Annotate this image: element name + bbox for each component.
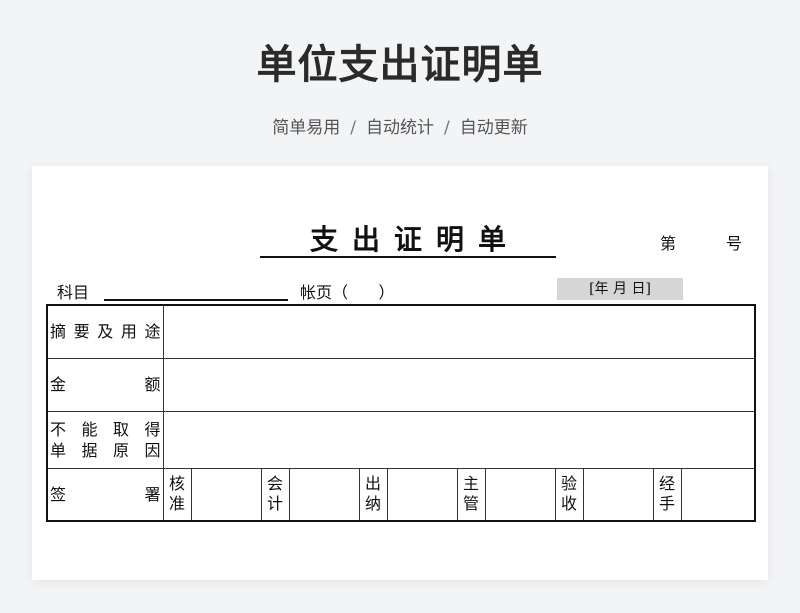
ledger-page-label: 帐页（ ） — [300, 283, 395, 302]
voucher-table: 摘要及用途 金 额 不能取得 单据原因 签 署 核准 会计 出纳 主 管 验 收… — [46, 304, 756, 522]
sig-char: 纳 — [364, 494, 381, 514]
tagline-item: 自动更新 — [459, 118, 528, 138]
sig-char: 准 — [168, 494, 185, 514]
approver-input[interactable] — [190, 467, 262, 522]
summary-label-cell: 摘要及用途 — [46, 304, 164, 359]
supervisor-input[interactable] — [484, 467, 556, 522]
tagline-item: 简单易用 — [272, 118, 341, 138]
supervisor-label: 主管 — [456, 467, 486, 522]
page-title: 单位支出证明单 — [256, 42, 544, 88]
no-receipt-label-line2: 单据原因 — [50, 440, 161, 460]
voucher-sheet: 支出证明单 第 号 科目 帐页（ ） [年 月 日] 摘要及用途 金 额 不能取… — [32, 166, 768, 580]
no-receipt-label-line1: 不能取得 — [50, 419, 161, 439]
sig-char: 出 — [364, 474, 381, 494]
amount-input[interactable] — [162, 357, 756, 412]
date-field[interactable]: [年 月 日] — [557, 278, 683, 300]
tagline-item: 自动统计 — [366, 118, 434, 138]
sig-char: 验 — [560, 474, 577, 494]
handler-input[interactable] — [680, 467, 756, 522]
amount-label: 金 额 — [50, 375, 161, 394]
table-row: 摘要及用途 — [46, 304, 756, 359]
sig-char: 经 — [658, 474, 675, 494]
no-receipt-input[interactable] — [162, 410, 756, 469]
tagline-separator: / — [444, 118, 450, 138]
sig-char: 管 — [462, 494, 479, 514]
table-row: 金 额 — [46, 357, 756, 412]
title-underline — [260, 256, 556, 258]
tagline: 简单易用 / 自动统计 / 自动更新 — [0, 113, 800, 138]
table-row: 签 署 核准 会计 出纳 主管 验收 经手 — [46, 467, 756, 522]
cashier-input[interactable] — [386, 467, 458, 522]
tagline-separator: / — [350, 118, 356, 138]
summary-input[interactable] — [162, 304, 756, 359]
approver-label: 核准 — [162, 467, 192, 522]
accountant-input[interactable] — [288, 467, 360, 522]
handler-label: 经手 — [652, 467, 682, 522]
inspector-input[interactable] — [582, 467, 654, 522]
sig-char: 会 — [266, 474, 283, 494]
signature-label: 签 署 — [50, 484, 161, 504]
sig-char: 计 — [266, 494, 283, 514]
subject-label: 科目 — [57, 283, 90, 302]
sig-char: 核 — [168, 474, 185, 494]
summary-label: 摘要及用途 — [50, 322, 161, 342]
sig-char: 主 — [462, 474, 479, 494]
number-suffix: 号 — [726, 234, 743, 253]
number-label: 第 — [660, 234, 677, 253]
sig-char: 手 — [658, 494, 675, 514]
document-title: 支出证明单 — [309, 223, 520, 256]
amount-label-cell: 金 额 — [46, 357, 164, 412]
sig-char: 收 — [560, 494, 577, 514]
subject-input-line[interactable] — [104, 299, 288, 301]
signature-label-cell: 签 署 — [46, 467, 164, 522]
table-row: 不能取得 单据原因 — [46, 410, 756, 469]
inspector-label: 验收 — [554, 467, 584, 522]
no-receipt-label-cell: 不能取得 单据原因 — [46, 410, 164, 469]
cashier-label: 出纳 — [358, 467, 388, 522]
accountant-label: 会计 — [260, 467, 290, 522]
